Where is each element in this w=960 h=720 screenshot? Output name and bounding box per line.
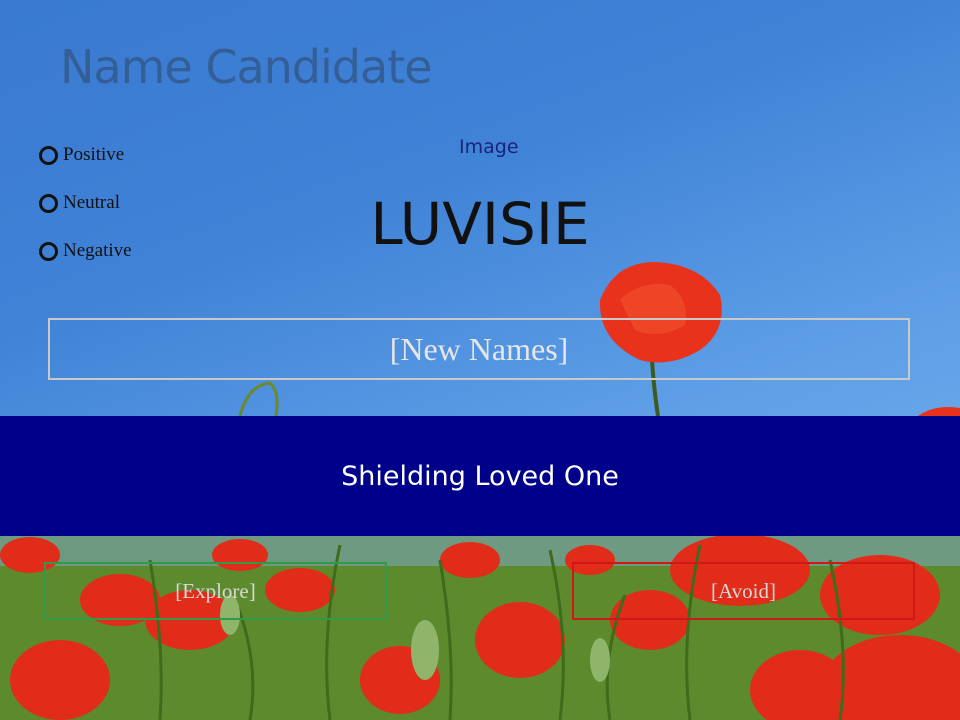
new-names-button[interactable]: [New Names] bbox=[48, 318, 910, 380]
explore-label: [Explore] bbox=[175, 578, 256, 603]
candidate-name: LUVISIE bbox=[370, 190, 590, 258]
radio-circle-icon[interactable] bbox=[39, 145, 58, 165]
image-label: Image bbox=[459, 136, 519, 158]
avoid-button[interactable]: [Avoid] bbox=[572, 562, 915, 620]
explore-button[interactable]: [Explore] bbox=[44, 562, 387, 620]
category-text: Shielding Loved One bbox=[341, 460, 619, 492]
category-band: Shielding Loved One bbox=[0, 416, 960, 536]
avoid-label: [Avoid] bbox=[711, 578, 776, 603]
new-names-label: [New Names] bbox=[389, 330, 569, 367]
radio-positive[interactable]: Positive bbox=[39, 143, 132, 167]
radio-label: Positive bbox=[63, 144, 125, 165]
slide-title: Name Candidate bbox=[60, 40, 432, 94]
slide: Name Candidate Positive Neutral Negative… bbox=[0, 0, 960, 720]
